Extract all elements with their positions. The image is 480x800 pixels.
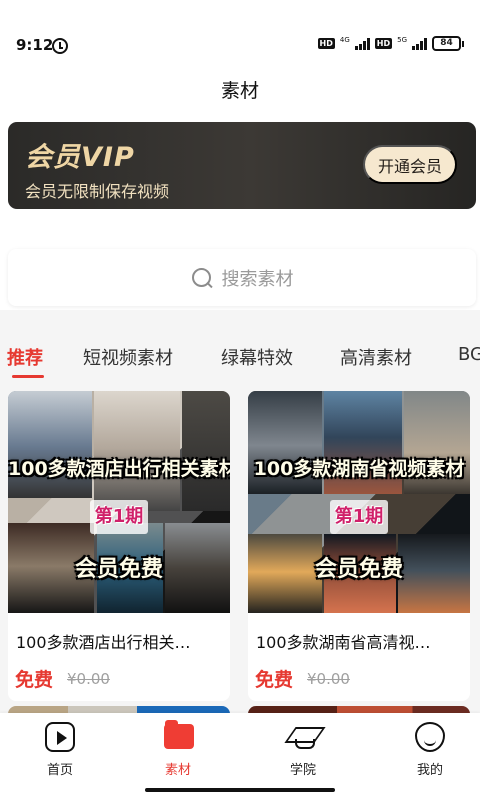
system-indicators: HD 4G HD 5G 84 — [317, 36, 464, 51]
hd-badge: HD — [374, 38, 393, 49]
signal-strength-icon — [412, 37, 427, 50]
vip-banner[interactable]: 会员VIP 会员无限制保存视频 开通会员 — [8, 122, 476, 209]
tab-high-definition-materials[interactable]: 高清素材 — [340, 344, 412, 370]
member-free-badge: 会员免费 — [74, 557, 163, 582]
network-type-label: 5G — [397, 36, 407, 44]
search-icon — [191, 267, 213, 289]
category-tabs: 推荐 短视频素材 绿幕特效 高清素材 BG — [0, 310, 480, 382]
search-placeholder: 搜索素材 — [221, 268, 294, 290]
nav-academy[interactable]: 学院 — [243, 713, 363, 787]
original-price: ¥0.00 — [67, 670, 110, 688]
search-bar[interactable]: 搜索素材 — [8, 249, 476, 306]
home-indicator[interactable] — [145, 788, 335, 792]
nav-profile-label: 我的 — [416, 763, 443, 778]
nav-materials-label: 素材 — [164, 763, 191, 778]
episode-badge: 第1期 — [330, 500, 388, 534]
battery-tip — [462, 40, 464, 47]
nav-home-label: 首页 — [46, 763, 73, 778]
signal-strength-icon — [354, 37, 370, 50]
thumbnail-photo — [94, 391, 180, 511]
alarm-icon — [52, 38, 68, 54]
network-type-label: 4G — [339, 36, 350, 44]
episode-badge: 第1期 — [90, 500, 148, 534]
tab-recommended[interactable]: 推荐 — [7, 344, 43, 370]
folder-icon — [164, 720, 194, 749]
status-bar: 9:12 HD 4G HD 5G 84 — [0, 0, 480, 64]
active-tab-underline — [12, 375, 44, 378]
vip-subtitle: 会员无限制保存视频 — [25, 182, 170, 201]
app-header: 素材 — [0, 64, 480, 116]
thumbnail-title: 100多款湖南省视频素材 — [253, 458, 465, 480]
nav-academy-label: 学院 — [289, 763, 316, 778]
card-title: 100多款湖南省高清视… — [256, 633, 431, 652]
tab-background[interactable]: BG — [458, 344, 480, 365]
battery-icon: 84 — [432, 36, 464, 51]
hd-badge: HD — [317, 38, 335, 49]
member-free-badge: 会员免费 — [314, 557, 403, 582]
page-title: 素材 — [220, 80, 259, 102]
thumbnail-photo — [8, 391, 92, 498]
open-membership-button[interactable]: 开通会员 — [363, 145, 457, 184]
material-card[interactable]: 100多款酒店出行相关素材 第1期 会员免费 100多款酒店出行相关… 免费 ¥… — [8, 391, 230, 701]
tab-short-video-materials[interactable]: 短视频素材 — [83, 344, 173, 370]
nav-materials[interactable]: 素材 — [118, 713, 238, 787]
bottom-navigation: 首页 素材 学院 我的 — [0, 713, 480, 800]
tab-green-screen-effects[interactable]: 绿幕特效 — [221, 344, 293, 370]
material-card[interactable]: 100多款湖南省视频素材 第1期 会员免费 100多款湖南省高清视… 免费 ¥0… — [248, 391, 470, 701]
thumbnail-photo — [182, 391, 230, 511]
status-time: 9:12 — [16, 36, 54, 54]
profile-icon — [415, 722, 445, 752]
thumbnail-title: 100多款酒店出行相关素材 — [8, 458, 230, 480]
card-title: 100多款酒店出行相关… — [16, 633, 191, 652]
graduation-cap-icon — [288, 722, 318, 752]
battery-level: 84 — [432, 36, 461, 51]
play-icon — [45, 722, 75, 752]
card-thumbnail: 100多款湖南省视频素材 第1期 会员免费 — [248, 391, 470, 613]
nav-profile[interactable]: 我的 — [370, 713, 480, 787]
current-price: 免费 — [255, 669, 294, 691]
original-price: ¥0.00 — [307, 670, 350, 688]
card-thumbnail: 100多款酒店出行相关素材 第1期 会员免费 — [8, 391, 230, 613]
current-price: 免费 — [15, 669, 54, 691]
vip-title: 会员VIP — [25, 142, 135, 173]
nav-home[interactable]: 首页 — [0, 713, 120, 787]
